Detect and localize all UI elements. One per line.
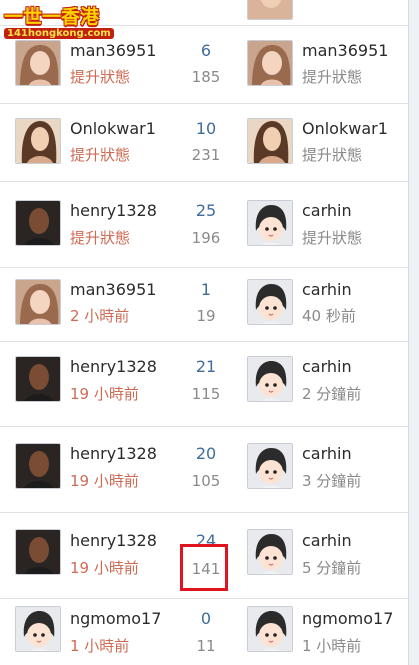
topic-row[interactable]: Onlokwar1 提升狀態 10 231 Onlokwar1 提升狀態	[0, 103, 408, 182]
default-cartoon-avatar[interactable]	[247, 279, 293, 325]
last-poster-name[interactable]: henry1328	[70, 201, 157, 221]
view-count: 105	[191, 472, 221, 490]
man-photo-avatar[interactable]	[15, 200, 61, 246]
default-cartoon-avatar[interactable]	[247, 200, 293, 246]
post-status: 19 小時前	[70, 472, 139, 490]
view-count: 19	[196, 307, 216, 325]
reply-count: 0	[200, 609, 212, 628]
author-status: 5 分鐘前	[302, 559, 362, 577]
reply-count: 20	[195, 444, 217, 463]
topic-row[interactable]: henry1328 19 小時前 21 115 carhin 2 分鐘前	[0, 341, 408, 427]
woman-photo-avatar[interactable]	[247, 40, 293, 86]
default-cartoon-avatar[interactable]	[15, 606, 61, 652]
view-count: 231	[191, 146, 221, 164]
author-status: 1 小時前	[302, 637, 362, 655]
author-status: 提升狀態	[302, 229, 363, 247]
post-status: 19 小時前	[70, 559, 139, 577]
reply-count: 25	[195, 201, 217, 220]
watermark-brand: 一世一香港	[4, 6, 100, 28]
last-poster-name[interactable]: ngmomo17	[70, 609, 161, 629]
view-count: 185	[191, 68, 221, 86]
topic-list: man36951 提升狀態 6 185 man36951 提升狀態 Onlokw…	[0, 0, 408, 665]
topic-row[interactable]: ngmomo17 1 小時前 0 11 ngmomo17 1 小時前	[0, 598, 408, 665]
last-poster-name[interactable]: man36951	[70, 280, 156, 300]
page-edge	[408, 0, 419, 665]
author-status: 3 分鐘前	[302, 472, 362, 490]
woman-photo-avatar[interactable]	[15, 40, 61, 86]
site-watermark: 一世一香港 141hongkong.com	[0, 0, 140, 42]
topic-row[interactable]: man36951 2 小時前 1 19 carhin 40 秒前	[0, 267, 408, 342]
last-poster-name[interactable]: henry1328	[70, 531, 157, 551]
topic-author-name[interactable]: carhin	[302, 357, 352, 377]
author-status: 40 秒前	[302, 307, 356, 325]
last-poster-name[interactable]: man36951	[70, 41, 156, 61]
post-status: 19 小時前	[70, 385, 139, 403]
view-count: 115	[191, 385, 221, 403]
topic-author-name[interactable]: carhin	[302, 444, 352, 464]
last-poster-name[interactable]: Onlokwar1	[70, 119, 156, 139]
man-photo-avatar[interactable]	[15, 529, 61, 575]
reply-count: 6	[200, 41, 212, 60]
default-cartoon-avatar[interactable]	[247, 356, 293, 402]
view-count: 11	[196, 637, 216, 655]
default-cartoon-avatar[interactable]	[247, 529, 293, 575]
last-poster-name[interactable]: henry1328	[70, 444, 157, 464]
man-photo-avatar[interactable]	[15, 443, 61, 489]
topic-author-name[interactable]: ngmomo17	[302, 609, 393, 629]
woman-photo-avatar[interactable]	[247, 0, 293, 20]
watermark-url: 141hongkong.com	[4, 28, 114, 39]
default-cartoon-avatar[interactable]	[247, 443, 293, 489]
post-status: 提升狀態	[70, 146, 131, 164]
woman-long-hair-avatar[interactable]	[247, 118, 293, 164]
woman-long-hair-avatar[interactable]	[15, 118, 61, 164]
post-status: 1 小時前	[70, 637, 130, 655]
reply-count: 1	[200, 280, 212, 299]
default-cartoon-avatar[interactable]	[247, 606, 293, 652]
reply-count: 10	[195, 119, 217, 138]
author-status: 提升狀態	[302, 146, 363, 164]
author-status: 2 分鐘前	[302, 385, 362, 403]
topic-author-name[interactable]: man36951	[302, 41, 388, 61]
post-status: 提升狀態	[70, 229, 131, 247]
last-poster-name[interactable]: henry1328	[70, 357, 157, 377]
reply-count: 21	[195, 357, 217, 376]
author-status: 提升狀態	[302, 68, 363, 86]
woman-photo-avatar[interactable]	[15, 279, 61, 325]
post-status: 提升狀態	[70, 68, 131, 86]
topic-author-name[interactable]: Onlokwar1	[302, 119, 388, 139]
topic-author-name[interactable]: carhin	[302, 531, 352, 551]
post-status: 2 小時前	[70, 307, 130, 325]
topic-row[interactable]: henry1328 提升狀態 25 196 carhin 提升狀態	[0, 181, 408, 268]
topic-author-name[interactable]: carhin	[302, 280, 352, 300]
view-count: 196	[191, 229, 221, 247]
topic-row[interactable]: henry1328 19 小時前 20 105 carhin 3 分鐘前	[0, 426, 408, 513]
highlight-box	[180, 544, 228, 591]
topic-author-name[interactable]: carhin	[302, 201, 352, 221]
man-photo-avatar[interactable]	[15, 356, 61, 402]
